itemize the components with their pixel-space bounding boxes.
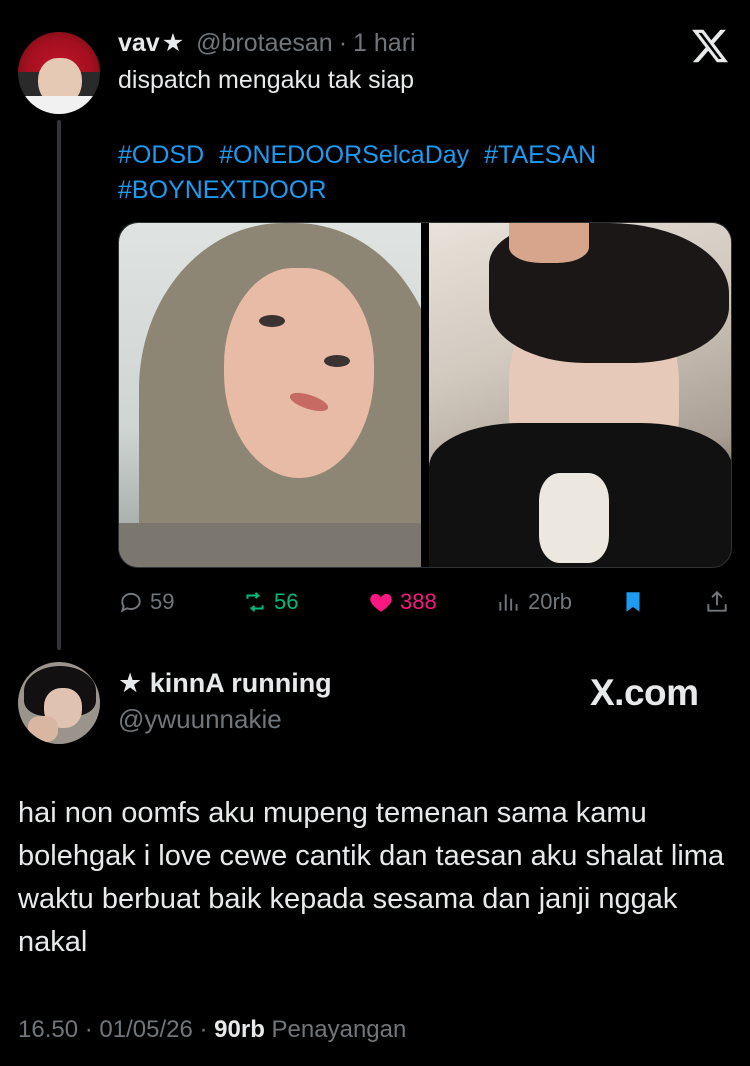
author-handle[interactable]: @brotaesan — [196, 29, 333, 58]
reply-count: 59 — [150, 589, 175, 614]
hashtag-link[interactable]: #BOYNEXTDOOR — [118, 176, 326, 204]
reply-avatar[interactable] — [18, 662, 100, 744]
author-name[interactable]: vav — [118, 29, 160, 58]
x-com-brand: X.com — [590, 672, 699, 713]
bookmark-icon — [626, 592, 640, 612]
tweet-action-bar: 59 56 388 20rb — [118, 584, 732, 620]
retweet-count: 56 — [274, 589, 299, 614]
media-photo-2[interactable] — [429, 223, 731, 567]
reply-views-count[interactable]: 90rb — [214, 1016, 265, 1043]
views-button[interactable]: 20rb — [496, 584, 572, 620]
thread-line — [57, 120, 61, 650]
separator-dot: · — [338, 29, 348, 57]
separator-dot: · — [199, 1016, 208, 1043]
share-button[interactable] — [704, 584, 730, 620]
tweet-time[interactable]: 1 hari — [353, 29, 416, 58]
reply-date[interactable]: 01/05/26 — [99, 1016, 192, 1043]
retweet-button[interactable]: 56 — [242, 584, 298, 620]
hashtag-link[interactable]: #ONEDOORSelcaDay — [219, 141, 469, 169]
like-count: 388 — [400, 589, 437, 614]
media-photo-1[interactable] — [119, 223, 421, 567]
hashtag-link[interactable]: #ODSD — [118, 141, 204, 169]
reply-icon — [120, 592, 141, 613]
reply-text: hai non oomfs aku mupeng temenan sama ka… — [18, 797, 725, 958]
reply-display-name[interactable]: ★ kinnA running — [118, 668, 332, 699]
share-icon — [707, 590, 727, 612]
tweet-text: dispatch mengaku tak siap — [118, 66, 415, 94]
tweet-media — [118, 222, 732, 568]
views-count: 20rb — [528, 589, 573, 614]
author-avatar[interactable] — [18, 32, 100, 114]
tweet-author-row: vav ★ @brotaesan · 1 hari — [118, 28, 416, 62]
heart-icon — [370, 593, 392, 612]
retweet-icon — [246, 592, 264, 612]
x-logo-icon[interactable] — [690, 26, 730, 66]
reply-meta: 16.50 · 01/05/26 · 90rb Penayangan — [18, 1016, 406, 1044]
reply-time[interactable]: 16.50 — [18, 1016, 78, 1043]
tweet-hashtags: #ODSD #ONEDOORSelcaDay #TAESAN #BOYNEXTD… — [118, 138, 678, 208]
views-icon — [499, 594, 518, 611]
reply-button[interactable]: 59 — [118, 584, 174, 620]
hashtag-link[interactable]: #TAESAN — [484, 141, 596, 169]
reply-views-label: Penayangan — [271, 1016, 407, 1043]
reply-handle[interactable]: @ywuunnakie — [118, 704, 282, 735]
bookmark-button[interactable] — [620, 584, 646, 620]
like-button[interactable]: 388 — [368, 584, 437, 620]
separator-dot: · — [84, 1016, 93, 1043]
author-star-icon: ★ — [161, 29, 185, 57]
